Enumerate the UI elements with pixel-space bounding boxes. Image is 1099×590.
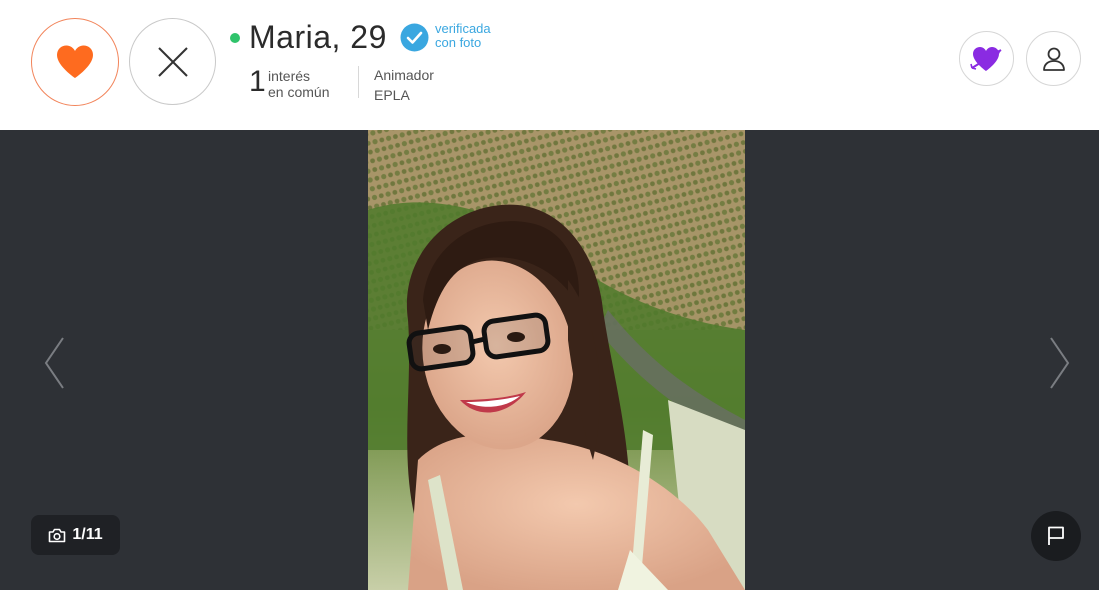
verified-label: verificada con foto xyxy=(435,21,491,50)
job-info: Animador EPLA xyxy=(374,65,434,105)
profile-header: Maria, 29 verificada con foto 1 interés … xyxy=(0,0,1099,130)
photo-counter-badge: 1/11 xyxy=(31,515,120,555)
heart-icon xyxy=(57,45,93,78)
profile-name-age: Maria, 29 xyxy=(249,19,387,55)
profile-photo[interactable] xyxy=(368,130,745,590)
next-photo-arrow-icon[interactable] xyxy=(1047,335,1073,391)
common-interest-count: 1 xyxy=(249,65,266,98)
verified-check-icon xyxy=(400,23,429,52)
previous-photo-arrow-icon[interactable] xyxy=(41,335,67,391)
user-icon xyxy=(1042,47,1065,71)
close-icon xyxy=(157,46,188,77)
crush-button[interactable] xyxy=(959,31,1014,86)
common-interest-label: interés en común xyxy=(268,68,330,100)
heart-arrow-icon xyxy=(969,46,1002,71)
my-profile-button[interactable] xyxy=(1026,31,1081,86)
flag-icon xyxy=(1048,526,1064,545)
report-button[interactable] xyxy=(1031,511,1081,561)
camera-icon xyxy=(49,528,66,542)
photo-counter: 1/11 xyxy=(72,526,103,543)
like-button[interactable] xyxy=(31,18,119,106)
pass-button[interactable] xyxy=(129,18,216,105)
photo-viewer: 1/11 xyxy=(0,130,1099,590)
photo-image xyxy=(368,130,745,590)
job-company: EPLA xyxy=(374,87,410,103)
job-title: Animador xyxy=(374,67,434,83)
divider xyxy=(358,66,359,98)
online-indicator xyxy=(230,33,240,43)
